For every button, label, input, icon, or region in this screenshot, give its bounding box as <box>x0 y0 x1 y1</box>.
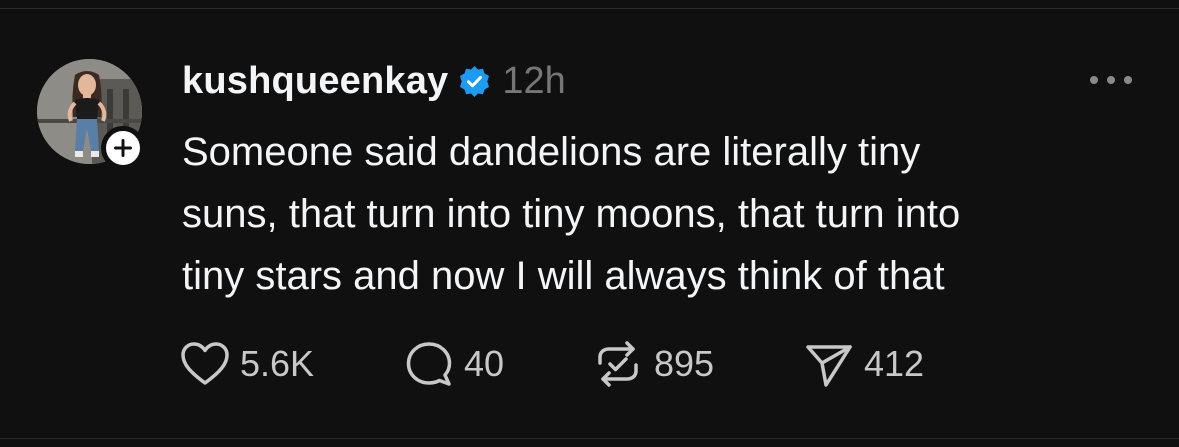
ellipsis-dot <box>1124 76 1132 84</box>
reply-count: 40 <box>464 343 505 384</box>
avatar-container[interactable] <box>37 59 145 170</box>
username-link[interactable]: kushqueenkay <box>182 60 448 103</box>
post-body: Someone said dandelions are literally ti… <box>182 121 1122 307</box>
send-icon <box>806 345 852 387</box>
post-text-line: Someone said dandelions are literally ti… <box>182 130 921 174</box>
heart-icon <box>181 342 229 385</box>
repost-button[interactable]: 895 <box>592 337 714 391</box>
post-text-line: suns, that turn into tiny moons, that tu… <box>182 192 961 236</box>
post-timestamp[interactable]: 12h <box>502 60 565 103</box>
post-header: kushqueenkay 12h <box>182 56 566 106</box>
like-count: 5.6K <box>240 343 315 384</box>
reply-button[interactable]: 40 <box>404 337 504 391</box>
share-button[interactable]: 412 <box>804 337 924 391</box>
ellipsis-dot <box>1090 76 1098 84</box>
plus-icon <box>114 139 132 157</box>
like-button[interactable]: 5.6K <box>180 337 314 391</box>
repost-count: 895 <box>654 343 715 384</box>
more-options-button[interactable] <box>1090 70 1132 90</box>
post-text-line: tiny stars and now I will always think o… <box>182 254 945 298</box>
repost-icon <box>598 341 638 387</box>
bottom-divider <box>0 438 1179 439</box>
speech-bubble-icon <box>406 342 452 386</box>
share-count: 412 <box>864 343 925 384</box>
follow-button[interactable] <box>101 126 145 170</box>
top-divider <box>0 8 1179 9</box>
verified-badge-icon <box>458 65 491 98</box>
ellipsis-dot <box>1107 76 1115 84</box>
